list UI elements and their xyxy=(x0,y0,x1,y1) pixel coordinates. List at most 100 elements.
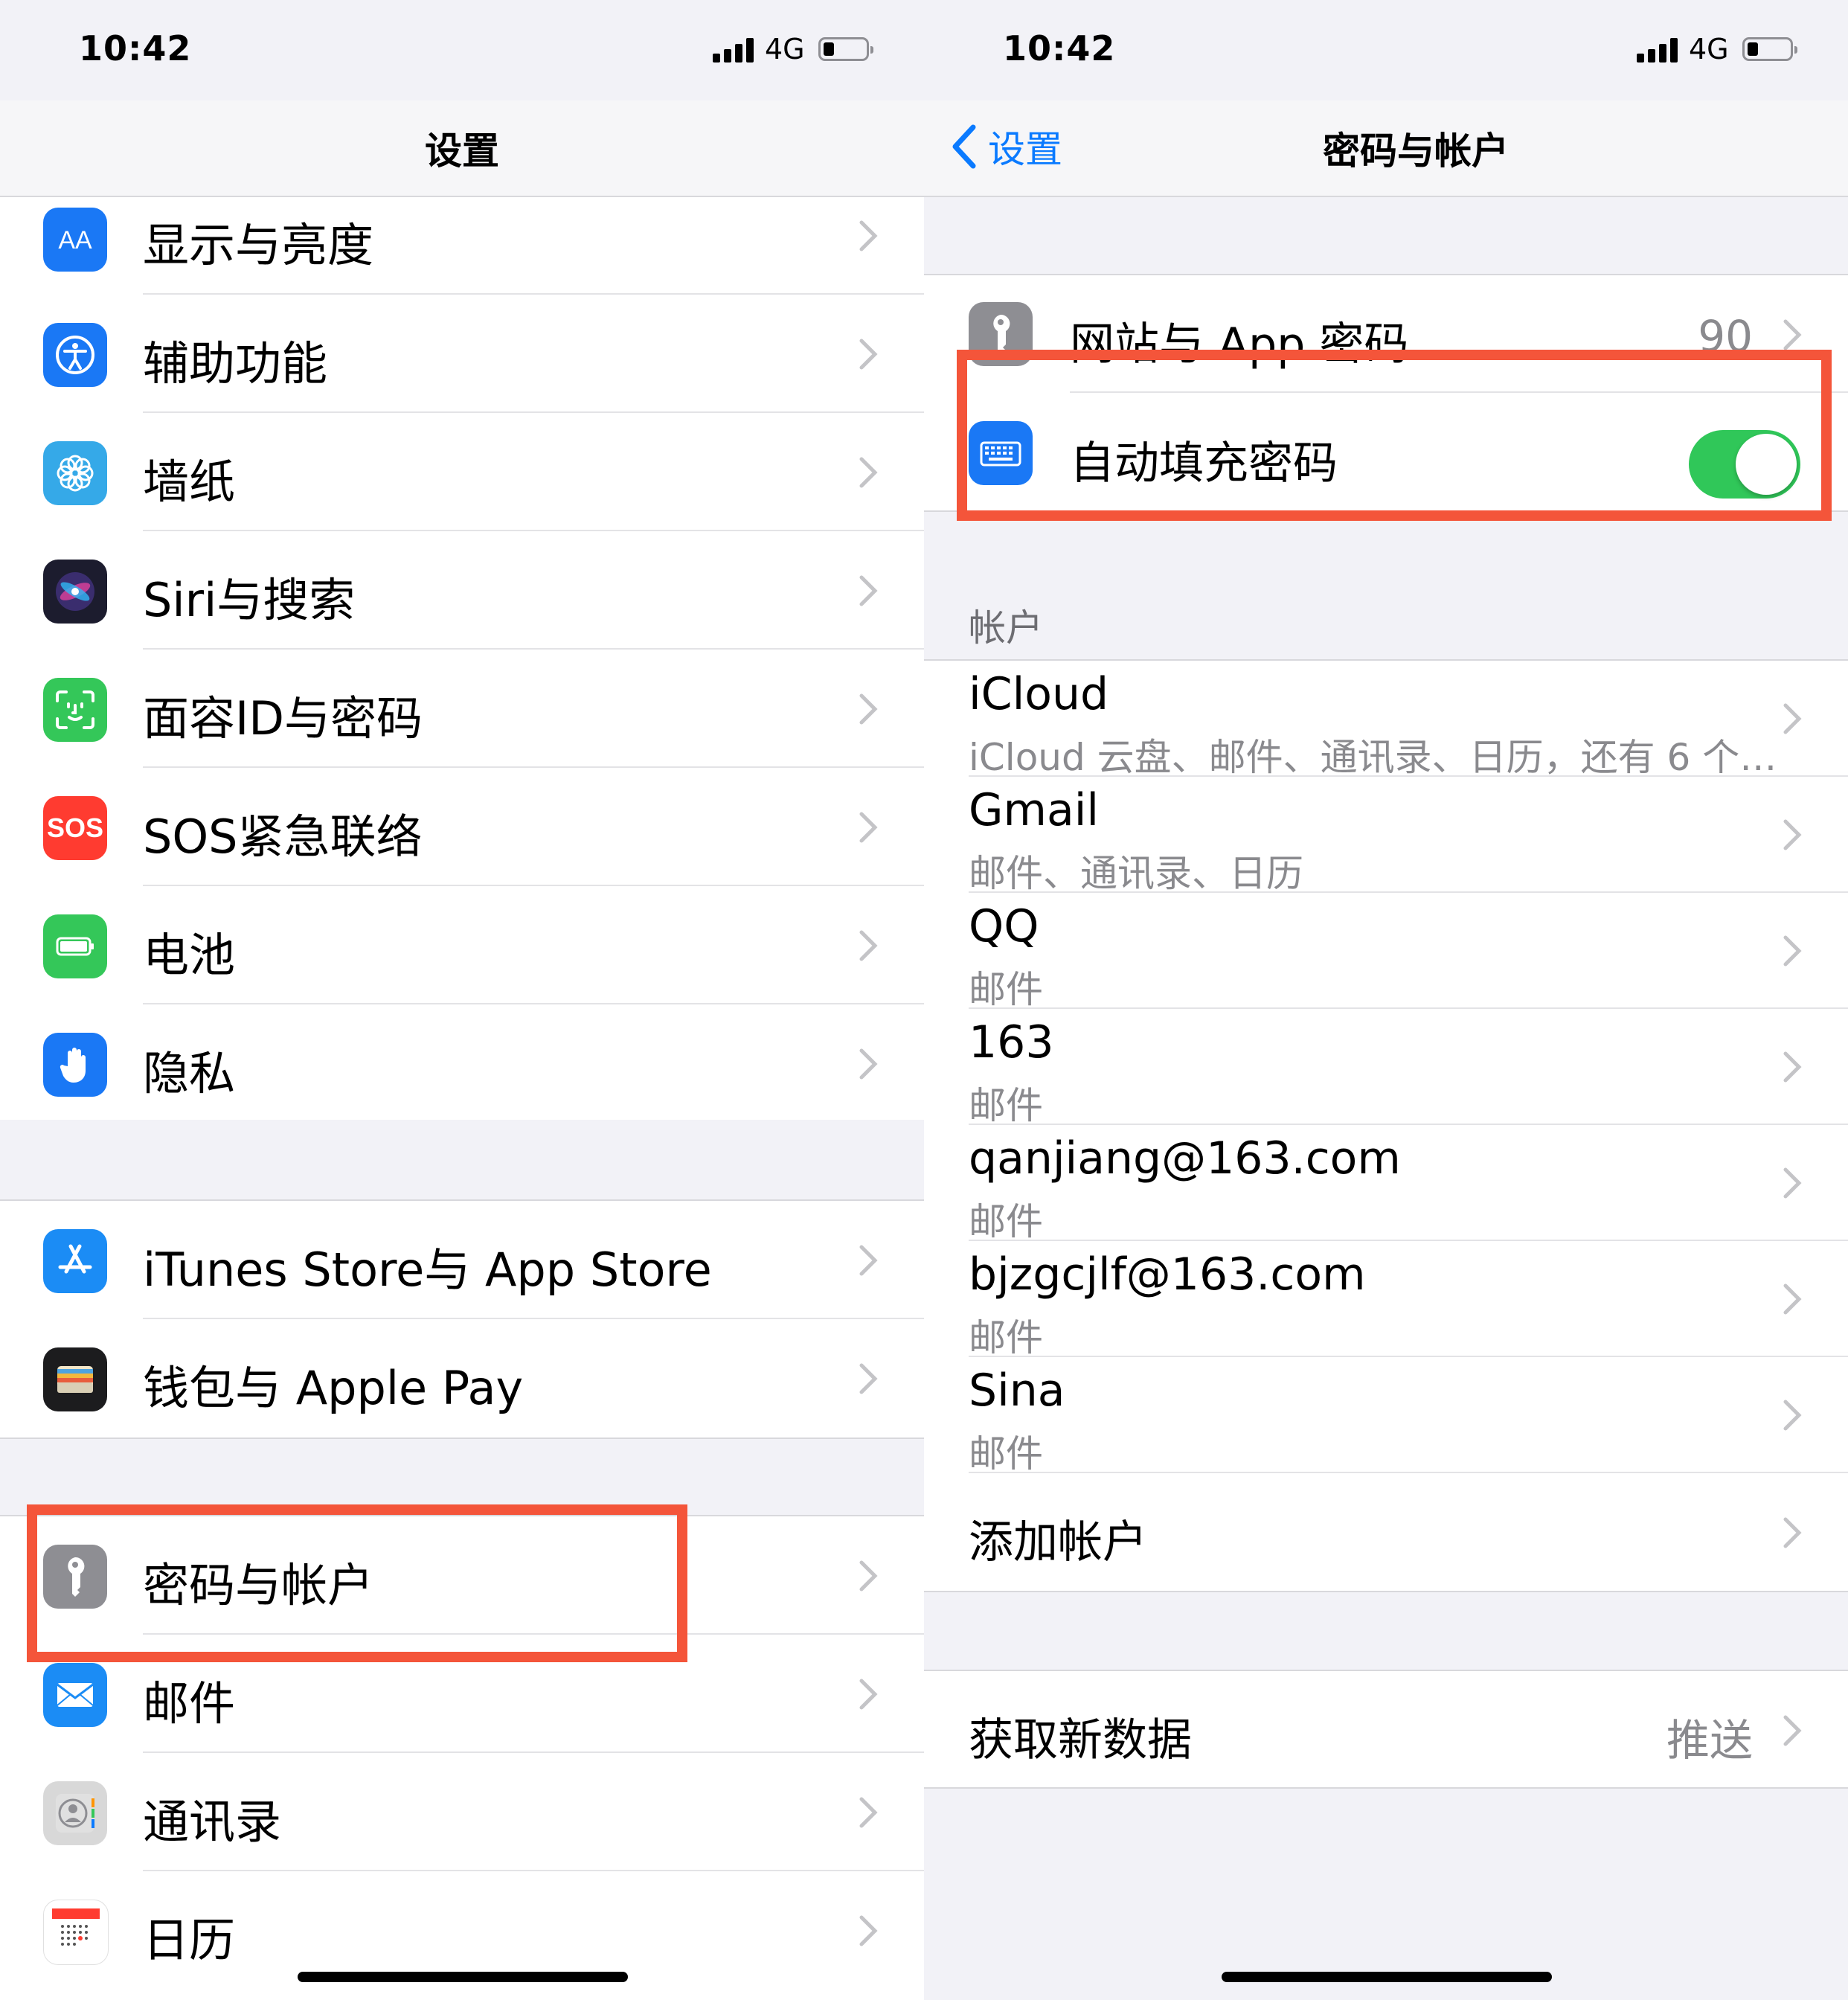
account-detail: 邮件 xyxy=(969,1200,1043,1243)
nav-bar: 设置 xyxy=(0,100,924,197)
add-account-label: 添加帐户 xyxy=(969,1516,1147,1568)
settings-item-label: 隐私 xyxy=(143,1046,236,1100)
chevron-right-icon xyxy=(1783,319,1802,350)
chevron-right-icon xyxy=(859,1560,878,1592)
passwords-accounts-screen: 10:42 4G 设置 密码与帐户 网站与 App 密码 90 自动填充密码 帐… xyxy=(924,0,1848,2000)
settings-item-label: 电池 xyxy=(143,928,236,982)
settings-group-2: iTunes Store与 App Store 钱包与 Apple Pay xyxy=(0,1199,924,1439)
chevron-right-icon xyxy=(859,930,878,961)
fetch-group: 获取新数据 推送 xyxy=(924,1670,1848,1789)
nav-bar: 设置 密码与帐户 xyxy=(924,100,1848,197)
account-name: qanjiang@163.com xyxy=(969,1132,1401,1185)
home-indicator[interactable] xyxy=(1222,1972,1552,1982)
face-id-icon xyxy=(43,678,107,742)
highlight-box-passwords xyxy=(27,1504,687,1662)
settings-group-1: AA 显示与亮度 辅助功能 墙纸 Siri与搜索 面容ID与密码 SOS SOS… xyxy=(0,197,924,1120)
settings-item-label: 日历 xyxy=(143,1913,236,1967)
fetch-mode-value: 推送 xyxy=(1666,1715,1753,1766)
network-type: 4G xyxy=(1689,33,1729,65)
chevron-right-icon xyxy=(1783,819,1802,850)
account-detail: 邮件 xyxy=(969,1084,1043,1127)
account-row[interactable]: Sina 邮件 xyxy=(924,1357,1848,1475)
account-detail: iCloud 云盘、邮件、通讯录、日历，还有 6 个… xyxy=(969,736,1777,779)
settings-item-wallpaper[interactable]: 墙纸 xyxy=(0,413,924,531)
chevron-right-icon xyxy=(859,1797,878,1828)
status-bar: 10:42 4G xyxy=(0,0,924,100)
sos-icon: SOS xyxy=(43,796,107,860)
account-row[interactable]: iCloud iCloud 云盘、邮件、通讯录、日历，还有 6 个… xyxy=(924,661,1848,779)
fetch-new-data-row[interactable]: 获取新数据 推送 xyxy=(924,1671,1848,1787)
siri-icon xyxy=(43,560,107,624)
wallet-icon xyxy=(43,1347,107,1411)
chevron-right-icon xyxy=(859,1915,878,1946)
status-time: 10:42 xyxy=(79,28,192,68)
account-name: 163 xyxy=(969,1016,1054,1068)
chevron-right-icon xyxy=(859,1048,878,1080)
chevron-right-icon xyxy=(859,339,878,370)
chevron-right-icon xyxy=(1783,1167,1802,1199)
settings-screen: 10:42 4G 设置 AA 显示与亮度 辅助功能 墙纸 Siri与搜索 面容I… xyxy=(0,0,924,2000)
page-title: 设置 xyxy=(425,129,499,173)
settings-item-app-store[interactable]: iTunes Store与 App Store xyxy=(0,1201,924,1319)
settings-item-wallet[interactable]: 钱包与 Apple Pay xyxy=(0,1319,924,1438)
chevron-right-icon xyxy=(1783,1517,1802,1548)
settings-item-label: SOS紧急联络 xyxy=(143,810,423,864)
settings-item-display[interactable]: AA 显示与亮度 xyxy=(0,197,924,295)
account-name: Sina xyxy=(969,1365,1065,1417)
status-bar: 10:42 4G xyxy=(924,0,1848,100)
hand-icon xyxy=(43,1033,107,1097)
chevron-right-icon xyxy=(859,1245,878,1276)
cellular-signal-icon xyxy=(1637,37,1678,62)
battery-status-icon xyxy=(818,37,873,61)
settings-item-label: Siri与搜索 xyxy=(143,573,356,627)
settings-item-label: 显示与亮度 xyxy=(143,218,374,272)
page-title: 密码与帐户 xyxy=(1323,129,1509,173)
settings-item-label: 墙纸 xyxy=(143,455,236,509)
account-row[interactable]: qanjiang@163.com 邮件 xyxy=(924,1125,1848,1243)
settings-item-label: 面容ID与密码 xyxy=(143,691,423,746)
calendar-icon xyxy=(43,1900,109,1965)
app-store-icon xyxy=(43,1229,107,1293)
svg-text:AA: AA xyxy=(58,226,92,254)
account-row[interactable]: QQ 邮件 xyxy=(924,893,1848,1011)
account-row[interactable]: 163 邮件 xyxy=(924,1009,1848,1127)
settings-item-siri[interactable]: Siri与搜索 xyxy=(0,531,924,650)
chevron-right-icon xyxy=(1783,1051,1802,1083)
chevron-right-icon xyxy=(1783,1400,1802,1431)
account-detail: 邮件、通讯录、日历 xyxy=(969,852,1303,895)
account-row[interactable]: bjzgcjlf@163.com 邮件 xyxy=(924,1241,1848,1359)
account-detail: 邮件 xyxy=(969,1316,1043,1359)
chevron-right-icon xyxy=(859,812,878,843)
chevron-right-icon xyxy=(1783,1283,1802,1315)
settings-item-accessibility[interactable]: 辅助功能 xyxy=(0,295,924,413)
settings-item-face-id[interactable]: 面容ID与密码 xyxy=(0,650,924,768)
chevron-right-icon xyxy=(859,457,878,488)
sos-icon-text: SOS xyxy=(46,812,104,843)
network-type: 4G xyxy=(765,33,805,65)
add-account-row[interactable]: 添加帐户 xyxy=(924,1473,1848,1591)
chevron-right-icon xyxy=(859,693,878,725)
home-indicator[interactable] xyxy=(298,1972,628,1982)
account-name: QQ xyxy=(969,900,1039,952)
cellular-signal-icon xyxy=(713,37,754,62)
accounts-group: iCloud iCloud 云盘、邮件、通讯录、日历，还有 6 个… Gmail… xyxy=(924,659,1848,1592)
battery-status-icon xyxy=(1742,37,1797,61)
accounts-section-header: 帐户 xyxy=(969,606,1043,650)
mail-icon xyxy=(43,1663,107,1727)
flower-icon xyxy=(43,441,107,505)
chevron-right-icon xyxy=(859,575,878,606)
status-time: 10:42 xyxy=(1003,28,1116,68)
highlight-box-autofill xyxy=(957,350,1832,521)
settings-item-battery[interactable]: 电池 xyxy=(0,886,924,1004)
accessibility-icon xyxy=(43,323,107,387)
account-row[interactable]: Gmail 邮件、通讯录、日历 xyxy=(924,777,1848,895)
account-detail: 邮件 xyxy=(969,1432,1043,1475)
fetch-new-data-label: 获取新数据 xyxy=(969,1714,1192,1766)
account-name: iCloud xyxy=(969,668,1109,720)
settings-item-privacy[interactable]: 隐私 xyxy=(0,1004,924,1123)
settings-item-sos[interactable]: SOS SOS紧急联络 xyxy=(0,768,924,886)
account-name: bjzgcjlf@163.com xyxy=(969,1249,1366,1301)
chevron-right-icon xyxy=(1783,1715,1802,1746)
settings-item-label: 邮件 xyxy=(143,1676,236,1731)
settings-item-contacts[interactable]: 通讯录 xyxy=(0,1753,924,1871)
